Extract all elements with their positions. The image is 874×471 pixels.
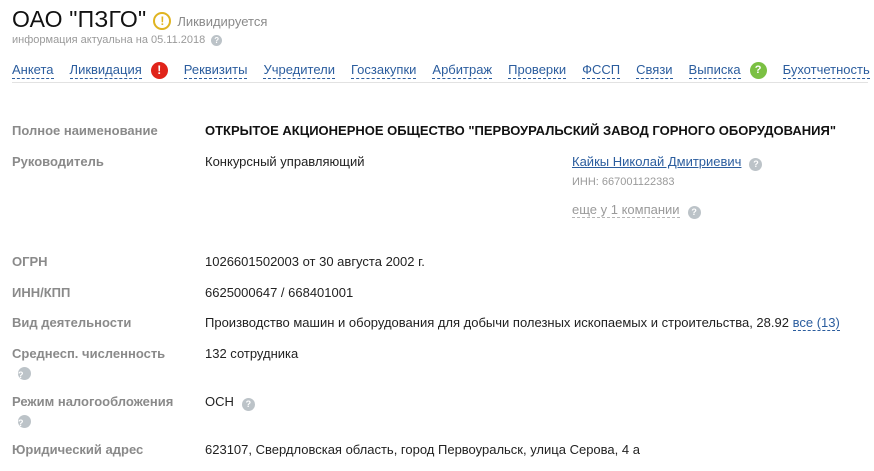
info-date-text: информация актуальна на 05.11.2018 [12,34,206,46]
tab-extract[interactable]: Выписка? [688,61,767,79]
field-label: Среднесп. численность ? [12,346,197,380]
field-label-text: Среднесп. численность [12,346,166,361]
activity-text: Производство машин и оборудования для до… [205,315,789,330]
tab-requisites[interactable]: Реквизиты [183,62,248,79]
help-icon[interactable]: ? [18,367,31,380]
help-icon[interactable]: ? [241,397,255,411]
head-inn: ИНН: 667001122383 [572,176,675,188]
field-label: Юридический адрес [12,442,144,457]
warning-icon: ! [153,11,172,30]
tab-inspections[interactable]: Проверки [508,62,567,79]
tab-liquidation[interactable]: Ликвидация! [69,61,168,79]
help-icon[interactable]: ? [211,34,223,46]
head-position: Конкурсный управляющий [205,154,365,169]
info-date: информация актуальна на 05.11.2018 ? [12,34,223,46]
field-label: Руководитель [12,154,104,169]
field-label: Вид деятельности [12,315,132,330]
field-label-text: Режим налогообложения [12,394,174,409]
tax-value: ОСН? [205,394,255,411]
help-icon[interactable]: ? [687,205,701,219]
tab-arbitration[interactable]: Арбитраж [432,62,493,79]
company-header: ОАО "ПЗГО" ! Ликвидируется [12,6,267,33]
address-value: 623107, Свердловская область, город Перв… [205,442,640,457]
tab-anketa[interactable]: Анкета [12,62,54,79]
company-full-name: ОТКРЫТОЕ АКЦИОНЕРНОЕ ОБЩЕСТВО "ПЕРВОУРАЛ… [205,123,837,138]
inn-kpp-value: 6625000647 / 668401001 [205,285,354,300]
alert-icon: ! [150,61,168,79]
tab-connections[interactable]: Связи [636,62,673,79]
ogrn-value: 1026601502003 от 30 августа 2002 г. [205,254,425,269]
tab-bar: Анкета Ликвидация! Реквизиты Учредители … [12,61,870,83]
field-label: ОГРН [12,254,48,269]
tab-fssp[interactable]: ФССП [582,62,621,79]
head-person: Кайкы Николай Дмитриевич? [572,154,763,171]
activity-value: Производство машин и оборудования для до… [205,315,840,331]
field-label: Режим налогообложения ? [12,394,197,428]
all-activities-link[interactable]: все (13) [792,315,840,331]
more-companies-link[interactable]: еще у 1 компании [572,202,680,218]
status-badge: Ликвидируется [177,13,268,29]
field-label: Полное наименование [12,123,158,138]
field-label: ИНН/КПП [12,285,71,300]
help-icon[interactable]: ? [749,157,763,171]
employees-value: 132 сотрудника [205,346,299,361]
head-more: еще у 1 компании? [572,202,701,219]
help-icon[interactable]: ? [18,415,31,428]
company-title: ОАО "ПЗГО" [12,6,147,32]
help-icon: ? [749,61,767,79]
head-person-link[interactable]: Кайкы Николай Дмитриевич [572,154,741,169]
tax-text: ОСН [205,394,234,409]
tab-procurement[interactable]: Госзакупки [350,62,417,79]
tab-accounting[interactable]: Бухотчетность [782,62,870,79]
tab-founders[interactable]: Учредители [263,62,335,79]
